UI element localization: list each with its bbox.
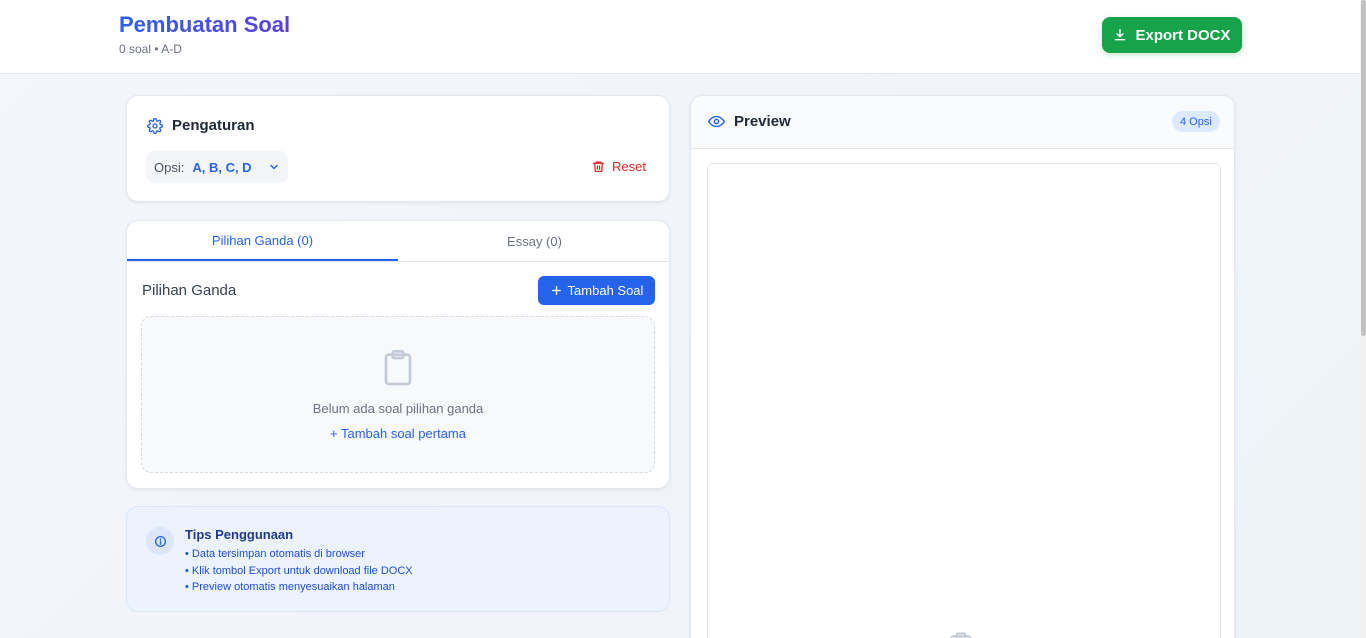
add-question-button[interactable]: Tambah Soal [538, 276, 655, 305]
tip-item: • Klik tombol Export untuk download file… [185, 564, 413, 577]
preview-title: Preview [734, 113, 791, 130]
eye-icon [708, 115, 725, 128]
preview-header: Preview 4 Opsi [691, 96, 1234, 149]
tips-title: Tips Penggunaan [185, 527, 294, 542]
trash-icon [592, 161, 605, 172]
tab-bar: Pilihan Ganda (0) Essay (0) [127, 221, 669, 262]
download-icon [1115, 29, 1126, 41]
opsi-select[interactable]: Opsi: A, B, C, D [146, 151, 288, 183]
add-question-label: Tambah Soal [567, 283, 644, 298]
settings-card: Pengaturan Opsi: A, B, C, D Reset [126, 95, 670, 202]
chevron-down-icon [269, 164, 278, 170]
preview-title-wrap: Preview [708, 113, 791, 130]
export-docx-button[interactable]: Export DOCX [1102, 17, 1242, 53]
opsi-label: Opsi: [154, 159, 185, 175]
plus-icon [551, 286, 561, 295]
empty-text: Belum ada soal pilihan ganda [312, 401, 484, 416]
page-title: Pembuatan Soal [119, 12, 291, 37]
add-first-question-link[interactable]: + Tambah soal pertama [142, 426, 654, 441]
reset-label: Reset [612, 158, 646, 174]
export-label: Export DOCX [1135, 26, 1231, 44]
app-header: Pembuatan Soal 0 soal • A-D Export DOCX [0, 0, 1360, 74]
reset-button[interactable]: Reset [579, 151, 659, 181]
opsi-count-badge: 4 Opsi [1172, 111, 1220, 132]
preview-document[interactable] [707, 163, 1221, 638]
gear-icon [147, 117, 163, 134]
clipboard-icon [384, 349, 412, 386]
opsi-value: A, B, C, D [192, 159, 252, 175]
settings-header: Pengaturan [147, 117, 255, 134]
tab-pilihan-ganda[interactable]: Pilihan Ganda (0) [127, 221, 398, 261]
clipboard-icon [950, 632, 972, 638]
tip-item: • Preview otomatis menyesuaikan halaman [185, 581, 395, 593]
info-icon [146, 527, 174, 555]
preview-card: Preview 4 Opsi [690, 95, 1235, 638]
section-title: Pilihan Ganda [142, 282, 237, 299]
scrollbar-thumb[interactable] [1361, 0, 1366, 336]
tab-essay[interactable]: Essay (0) [399, 221, 669, 261]
tips-card: Tips Penggunaan • Data tersimpan otomati… [126, 506, 670, 612]
tips-list: • Data tersimpan otomatis di browser • K… [185, 546, 413, 596]
page-subtitle: 0 soal • A-D [119, 42, 182, 56]
settings-title: Pengaturan [172, 117, 255, 134]
empty-state: Belum ada soal pilihan ganda + Tambah so… [141, 316, 655, 473]
tip-item: • Data tersimpan otomatis di browser [185, 548, 365, 560]
questions-card: Pilihan Ganda (0) Essay (0) Pilihan Gand… [126, 220, 670, 489]
